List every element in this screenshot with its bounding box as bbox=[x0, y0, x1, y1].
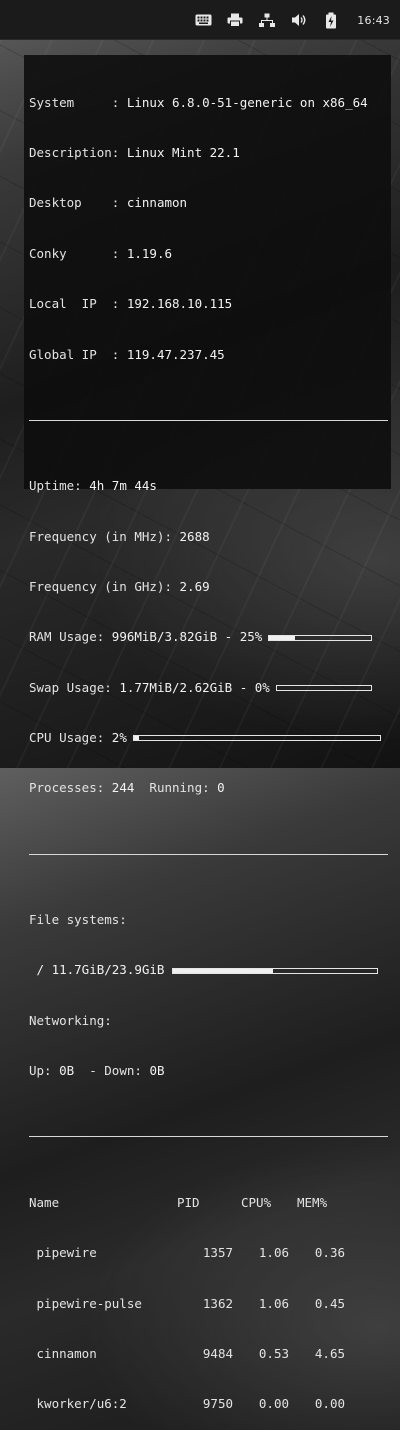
running-value: 0 bbox=[217, 780, 225, 796]
process-mem: 0.36 bbox=[314, 1245, 345, 1261]
process-cpu: 1.06 bbox=[258, 1245, 289, 1261]
divider bbox=[29, 1136, 388, 1138]
process-table-header: Name PID CPU% MEM% bbox=[29, 1195, 391, 1212]
system-tray: 16:43 bbox=[193, 0, 390, 40]
cpu-label: CPU Usage: bbox=[29, 730, 112, 746]
description-value: Linux Mint 22.1 bbox=[126, 144, 240, 160]
printer-icon[interactable] bbox=[225, 10, 245, 30]
top-panel: 16:43 bbox=[0, 0, 400, 40]
conky-widget: System : Linux 6.8.0-51-generic on x86_6… bbox=[24, 55, 391, 1411]
ram-usage-bar bbox=[268, 634, 373, 641]
local-ip-label: Local IP : bbox=[29, 296, 127, 312]
process-name: cinnamon bbox=[29, 1345, 97, 1361]
system-info-row: System : Linux 6.8.0-51-generic on x86_6… bbox=[29, 95, 391, 112]
network-icon[interactable] bbox=[257, 10, 277, 30]
system-label: System : bbox=[29, 94, 127, 110]
swap-value: 1.77MiB/2.62GiB - 0% bbox=[119, 679, 270, 695]
local-ip-value: 192.168.10.115 bbox=[126, 296, 233, 312]
global-ip-row: Global IP : 119.47.237.45 bbox=[29, 347, 391, 364]
process-cpu: 0.00 bbox=[258, 1396, 289, 1412]
keyboard-icon[interactable] bbox=[193, 10, 213, 30]
process-mem: 0.45 bbox=[314, 1295, 345, 1311]
desktop-label: Desktop : bbox=[29, 195, 127, 211]
conky-version-row: Conky : 1.19.6 bbox=[29, 246, 391, 263]
process-pid: 9484 bbox=[202, 1345, 233, 1361]
header-pid: PID bbox=[177, 1194, 200, 1210]
process-row: pipewire-pulse 1362 1.06 0.45 bbox=[29, 1296, 391, 1313]
down-label: - Down: bbox=[74, 1063, 150, 1079]
cpu-usage-fill bbox=[133, 736, 139, 741]
cpu-value: 2% bbox=[111, 730, 127, 746]
swap-usage-bar bbox=[275, 685, 372, 692]
process-pid: 1357 bbox=[202, 1245, 233, 1261]
cpu-usage-bar bbox=[132, 735, 381, 742]
header-name: Name bbox=[29, 1194, 60, 1210]
root-fs-row: / 11.7GiB/23.9GiB bbox=[29, 962, 391, 979]
system-value: Linux 6.8.0-51-generic on x86_64 bbox=[126, 94, 368, 110]
ram-usage-fill bbox=[269, 635, 295, 640]
process-pid: 1362 bbox=[202, 1295, 233, 1311]
process-pid: 9750 bbox=[202, 1396, 233, 1412]
root-fs-usage: / 11.7GiB/23.9GiB bbox=[29, 962, 165, 978]
header-mem: MEM% bbox=[297, 1194, 328, 1210]
process-row: kworker/u6:2 9750 0.00 0.00 bbox=[29, 1396, 391, 1413]
battery-icon[interactable] bbox=[321, 10, 341, 30]
freq-mhz-row: Frequency (in MHz): 2688 bbox=[29, 529, 391, 546]
local-ip-row: Local IP : 192.168.10.115 bbox=[29, 296, 391, 313]
freq-mhz-label: Frequency (in MHz): bbox=[29, 528, 180, 544]
process-cpu: 0.53 bbox=[258, 1345, 289, 1361]
processes-value: 244 bbox=[111, 780, 135, 796]
network-speed-row: Up: 0B - Down: 0B bbox=[29, 1063, 391, 1080]
description-row: Description: Linux Mint 22.1 bbox=[29, 145, 391, 162]
ram-row: RAM Usage: 996MiB/3.82GiB - 25% bbox=[29, 629, 391, 646]
volume-icon[interactable] bbox=[289, 10, 309, 30]
root-fs-bar bbox=[172, 967, 379, 974]
global-ip-label: Global IP : bbox=[29, 346, 127, 362]
process-row: cinnamon 9484 0.53 4.65 bbox=[29, 1346, 391, 1363]
conky-value: 1.19.6 bbox=[126, 245, 172, 261]
description-label: Description: bbox=[29, 144, 127, 160]
global-ip-value: 119.47.237.45 bbox=[126, 346, 225, 362]
swap-label: Swap Usage: bbox=[29, 679, 120, 695]
uptime-value: 4h 7m 44s bbox=[89, 478, 157, 494]
process-name: pipewire-pulse bbox=[29, 1295, 142, 1311]
freq-mhz-value: 2688 bbox=[179, 528, 210, 544]
panel-clock[interactable]: 16:43 bbox=[357, 14, 390, 27]
networking-title-row: Networking: bbox=[29, 1013, 391, 1030]
divider bbox=[29, 853, 388, 855]
ram-label: RAM Usage: bbox=[29, 629, 112, 645]
freq-ghz-value: 2.69 bbox=[179, 578, 210, 594]
root-fs-fill bbox=[173, 968, 274, 973]
cpu-row: CPU Usage: 2% bbox=[29, 730, 391, 747]
desktop-row: Desktop : cinnamon bbox=[29, 195, 391, 212]
up-label: Up: bbox=[29, 1063, 60, 1079]
processes-row: Processes: 244 Running: 0 bbox=[29, 780, 391, 797]
process-mem: 0.00 bbox=[314, 1396, 345, 1412]
divider bbox=[29, 419, 388, 421]
filesystems-title-row: File systems: bbox=[29, 912, 391, 929]
freq-ghz-row: Frequency (in GHz): 2.69 bbox=[29, 579, 391, 596]
swap-row: Swap Usage: 1.77MiB/2.62GiB - 0% bbox=[29, 680, 391, 697]
process-row: pipewire 1357 1.06 0.36 bbox=[29, 1245, 391, 1262]
processes-label: Processes: bbox=[29, 780, 112, 796]
header-cpu: CPU% bbox=[241, 1194, 272, 1210]
conky-label: Conky : bbox=[29, 245, 127, 261]
freq-ghz-label: Frequency (in GHz): bbox=[29, 578, 180, 594]
process-cpu: 1.06 bbox=[258, 1295, 289, 1311]
uptime-label: Uptime: bbox=[29, 478, 90, 494]
networking-title: Networking: bbox=[29, 1012, 112, 1028]
process-mem: 4.65 bbox=[314, 1345, 345, 1361]
up-value: 0B bbox=[59, 1063, 75, 1079]
process-name: kworker/u6:2 bbox=[29, 1396, 127, 1412]
desktop-value: cinnamon bbox=[126, 195, 188, 211]
process-name: pipewire bbox=[29, 1245, 97, 1261]
running-label: Running: bbox=[134, 780, 218, 796]
ram-value: 996MiB/3.82GiB - 25% bbox=[111, 629, 263, 645]
down-value: 0B bbox=[149, 1063, 165, 1079]
filesystems-title: File systems: bbox=[29, 912, 127, 928]
uptime-row: Uptime: 4h 7m 44s bbox=[29, 478, 391, 495]
